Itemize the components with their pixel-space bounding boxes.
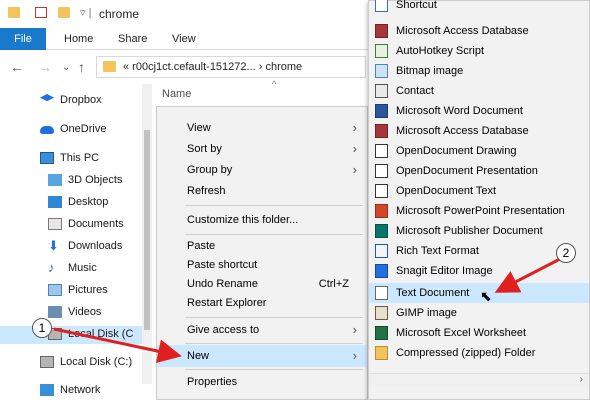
- submenu-item-contact[interactable]: Contact: [369, 81, 589, 101]
- folder-icon: [8, 7, 20, 18]
- powerpoint-icon: [375, 204, 388, 218]
- snagit-icon: [375, 264, 388, 278]
- submenu-item-shortcut[interactable]: Shortcut: [369, 0, 589, 15]
- window-title: chrome: [99, 7, 140, 21]
- submenu-item-odg[interactable]: OpenDocument Drawing: [369, 141, 589, 161]
- submenu-item-snagit[interactable]: Snagit Editor Image: [369, 261, 589, 281]
- submenu-item-gimp-image[interactable]: GIMP image: [369, 303, 589, 323]
- submenu-item-access-database[interactable]: Microsoft Access Database: [369, 21, 589, 41]
- access-icon: [375, 24, 388, 38]
- properties-icon[interactable]: [35, 7, 47, 18]
- column-header-name[interactable]: Name: [162, 88, 191, 100]
- menu-item-sort-by[interactable]: Sort by ›: [157, 138, 367, 160]
- submenu-item-publisher[interactable]: Microsoft Publisher Document: [369, 221, 589, 241]
- submenu-item-odt[interactable]: OpenDocument Text: [369, 181, 589, 201]
- submenu-item-bitmap-image[interactable]: Bitmap image: [369, 61, 589, 81]
- word-icon: [375, 104, 388, 118]
- downloads-icon: ⬇: [48, 238, 59, 253]
- callout-1: 1: [32, 318, 52, 338]
- address-path: « r00cj1ct.cefault-151272... › chrome: [123, 61, 303, 73]
- address-field[interactable]: « r00cj1ct.cefault-151272... › chrome: [96, 56, 366, 78]
- menu-item-view[interactable]: View ›: [157, 117, 367, 139]
- menu-item-new[interactable]: New ›: [157, 345, 367, 367]
- zip-folder-icon: [375, 346, 388, 360]
- sort-ascending-icon: ^: [272, 79, 277, 89]
- publisher-icon: [375, 224, 388, 238]
- up-arrow-icon[interactable]: ↑: [78, 59, 85, 75]
- tab-view[interactable]: View: [172, 33, 196, 45]
- network-icon: [40, 384, 54, 396]
- submenu-item-word-document[interactable]: Microsoft Word Document: [369, 101, 589, 121]
- contact-icon: [375, 84, 388, 98]
- odp-icon: [375, 164, 388, 178]
- music-icon: ♪: [48, 260, 55, 275]
- menu-item-refresh[interactable]: Refresh: [157, 180, 367, 202]
- chevron-right-icon: ›: [352, 322, 357, 337]
- onedrive-icon: [40, 126, 54, 134]
- bitmap-icon: [375, 64, 388, 78]
- menu-item-customize-folder[interactable]: Customize this folder...: [157, 209, 367, 231]
- recent-locations-icon[interactable]: ⌄: [62, 62, 70, 73]
- menu-item-give-access[interactable]: Give access to ›: [157, 319, 367, 341]
- chevron-right-icon: ›: [352, 141, 357, 156]
- submenu-item-odp[interactable]: OpenDocument Presentation: [369, 161, 589, 181]
- dropbox-icon: [40, 94, 54, 102]
- nav-item-local-disk-selected[interactable]: Local Disk (C: [0, 326, 142, 344]
- menu-item-restart-explorer[interactable]: Restart Explorer: [157, 292, 367, 314]
- chevron-right-icon: ›: [352, 162, 357, 177]
- shortcut-icon: [375, 0, 388, 12]
- odg-icon: [375, 144, 388, 158]
- menu-separator: [185, 317, 363, 318]
- menu-item-properties[interactable]: Properties: [157, 371, 367, 393]
- gimp-icon: [375, 306, 388, 320]
- menu-separator: [185, 205, 363, 206]
- autohotkey-icon: [375, 44, 388, 58]
- 3d-objects-icon: [48, 174, 62, 186]
- drive-icon: [40, 356, 54, 368]
- submenu-item-autohotkey-script[interactable]: AutoHotkey Script: [369, 41, 589, 61]
- text-document-icon: [375, 286, 388, 300]
- menu-separator: [185, 343, 363, 344]
- menu-separator: [185, 369, 363, 370]
- tab-file[interactable]: File: [0, 28, 46, 50]
- navigation-pane: Dropbox OneDrive This PC 3D Objects Desk…: [0, 84, 152, 400]
- tab-share[interactable]: Share: [118, 33, 147, 45]
- callout-2: 2: [556, 243, 576, 263]
- submenu-item-excel[interactable]: Microsoft Excel Worksheet: [369, 323, 589, 343]
- nav-pane-scroll-thumb[interactable]: [144, 130, 150, 330]
- videos-icon: [48, 306, 62, 318]
- rtf-icon: [375, 244, 388, 258]
- submenu-item-zip-folder[interactable]: Compressed (zipped) Folder: [369, 343, 589, 363]
- folder-icon: [103, 61, 116, 72]
- odt-icon: [375, 184, 388, 198]
- shortcut-text: Ctrl+Z: [318, 278, 349, 290]
- chevron-right-icon: ›: [352, 348, 357, 363]
- submenu-scrollbar[interactable]: ›: [369, 373, 589, 387]
- new-submenu: Shortcut Microsoft Access Database AutoH…: [368, 0, 590, 400]
- context-menu: View › Sort by › Group by › Refresh Cust…: [156, 106, 368, 400]
- back-arrow-icon[interactable]: ←: [10, 59, 24, 75]
- submenu-item-access-database-2[interactable]: Microsoft Access Database: [369, 121, 589, 141]
- submenu-item-text-document[interactable]: Text Document: [369, 283, 589, 303]
- mouse-cursor-icon: ⬉: [480, 288, 492, 304]
- forward-arrow-icon[interactable]: →: [38, 59, 52, 75]
- tab-home[interactable]: Home: [64, 33, 93, 45]
- pictures-icon: [48, 284, 62, 296]
- menu-item-group-by[interactable]: Group by ›: [157, 159, 367, 181]
- computer-icon: [40, 152, 54, 164]
- submenu-item-powerpoint[interactable]: Microsoft PowerPoint Presentation: [369, 201, 589, 221]
- scroll-right-icon[interactable]: ›: [580, 374, 583, 385]
- chevron-right-icon: ›: [352, 120, 357, 135]
- documents-icon: [48, 218, 62, 230]
- excel-icon: [375, 326, 388, 340]
- access-icon: [375, 124, 388, 138]
- customize-quick-access-icon[interactable]: ▿ |: [80, 6, 91, 19]
- new-folder-icon[interactable]: [58, 7, 70, 18]
- desktop-icon: [48, 196, 62, 208]
